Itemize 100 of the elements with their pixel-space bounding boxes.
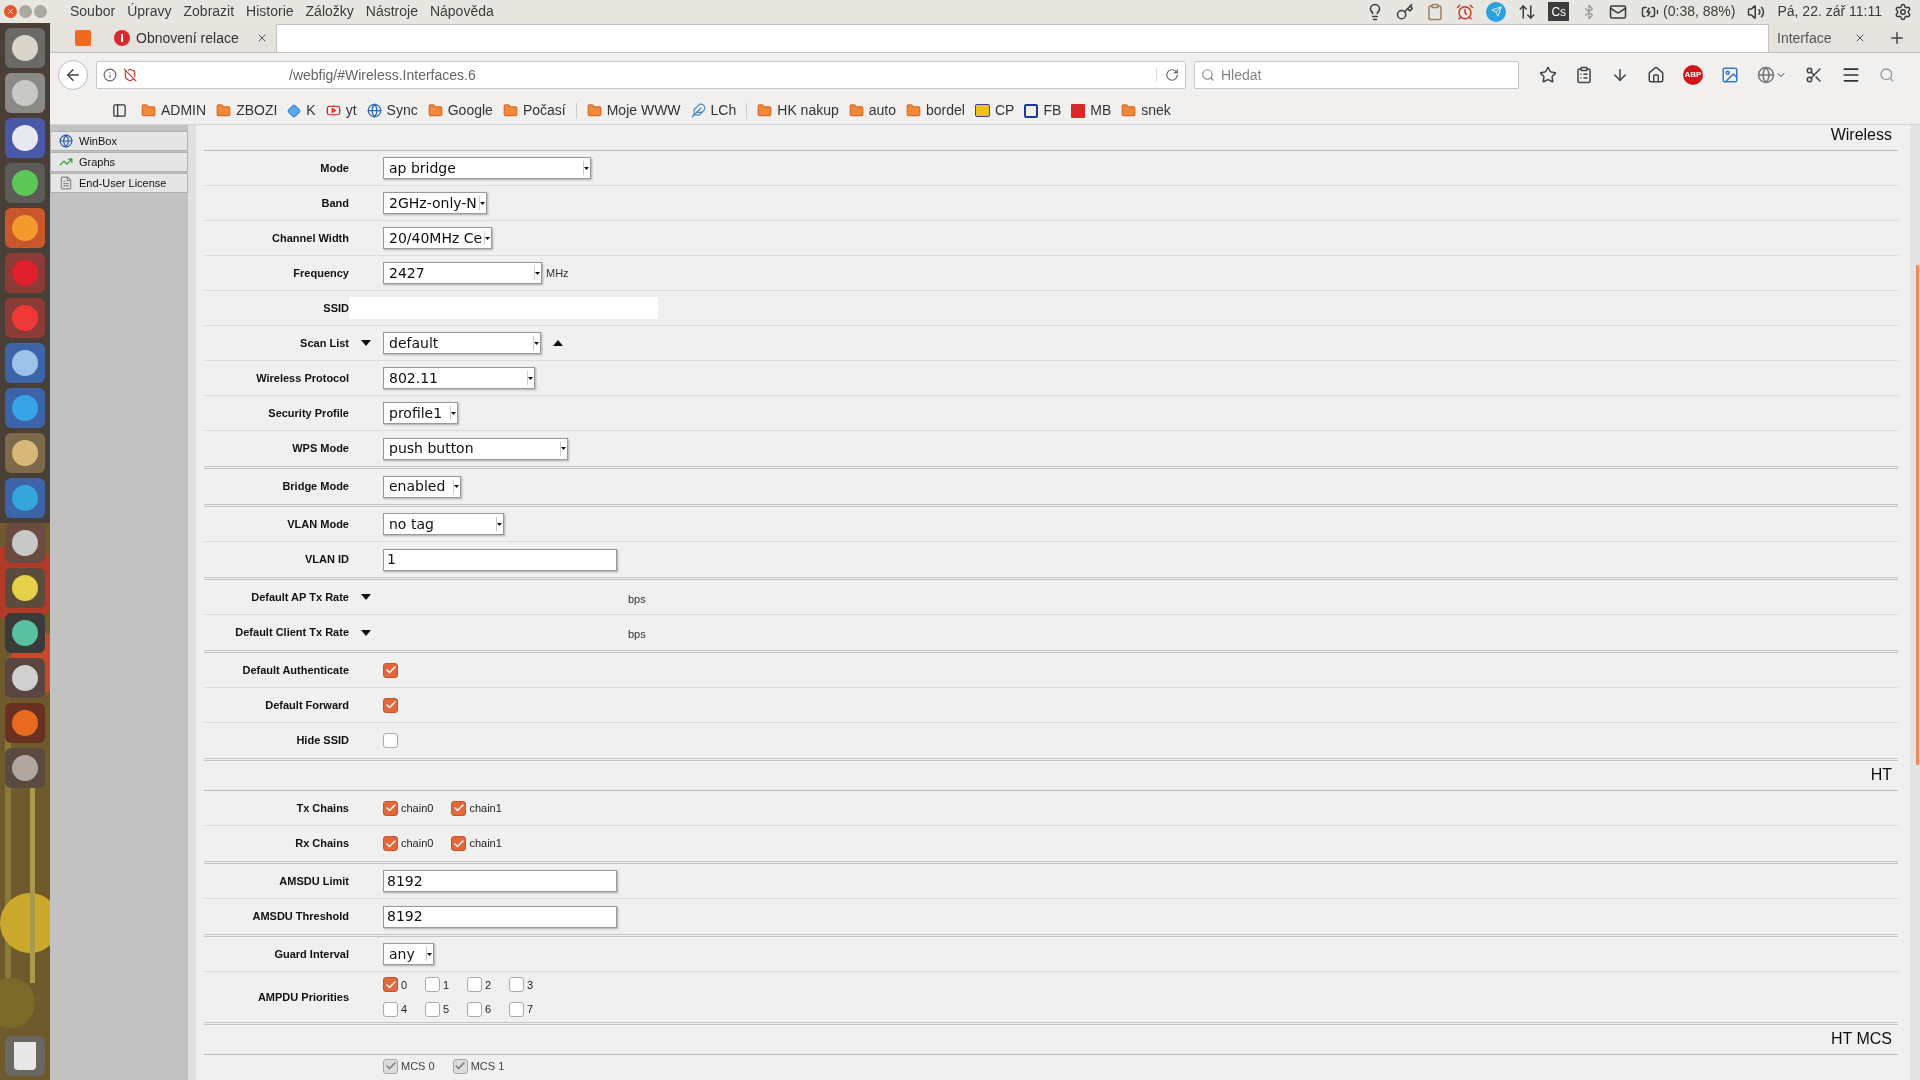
bookmark-item[interactable]: Sync [366, 100, 418, 121]
launcher-app-icon[interactable] [5, 73, 45, 113]
bookmark-item[interactable]: Google [427, 100, 493, 121]
dropdown-field[interactable]: profile1 [383, 402, 458, 424]
dropdown-arrow-icon[interactable] [480, 201, 485, 205]
menu-item[interactable]: Nástroje [365, 1, 418, 22]
browser-tab[interactable]: Interface [1769, 24, 1874, 52]
dropdown-arrow-icon[interactable] [528, 376, 533, 380]
launcher-app-icon[interactable] [5, 208, 45, 248]
bookmark-item[interactable]: yt [325, 100, 357, 121]
menu-icon[interactable] [1841, 65, 1861, 85]
address-field[interactable]: /webfig/#Wireless.Interfaces.6 [96, 61, 1186, 89]
expand-arrow-icon[interactable] [361, 340, 371, 346]
sidebar-item[interactable]: End-User License [50, 173, 188, 193]
dropdown-field[interactable]: 2427 [383, 262, 542, 284]
checkbox[interactable] [383, 977, 398, 993]
dropdown-arrow-icon[interactable] [485, 236, 490, 240]
volume-icon[interactable] [1747, 2, 1766, 21]
launcher-app-icon[interactable] [5, 748, 45, 788]
checkbox[interactable] [467, 977, 482, 993]
checkbox[interactable] [383, 662, 398, 678]
launcher-app-icon[interactable] [5, 28, 45, 68]
sidebar-item[interactable]: WinBox [50, 131, 188, 151]
dropdown-arrow-icon[interactable] [454, 485, 459, 488]
clipboard-icon[interactable] [1426, 2, 1445, 21]
dropdown-arrow-icon[interactable] [584, 166, 589, 170]
launcher-app-icon[interactable] [5, 343, 45, 383]
dropdown-field[interactable]: 2GHz-only-N [383, 192, 487, 214]
dropdown-field[interactable]: default [383, 332, 541, 354]
reload-icon[interactable] [1165, 68, 1179, 82]
clock[interactable]: Pá, 22. zář 11:11 [1777, 1, 1882, 22]
menu-item[interactable]: Soubor [70, 1, 116, 22]
dropdown-arrow-icon[interactable] [534, 341, 539, 345]
bookmark-item[interactable]: Počasí [502, 100, 566, 121]
new-tab-icon[interactable] [1888, 29, 1906, 47]
bookmark-item[interactable]: ADMIN [141, 100, 207, 121]
bookmark-item[interactable]: bordel [906, 100, 965, 121]
input-field[interactable]: 1 [383, 548, 617, 571]
bookmark-item[interactable]: LCh [690, 100, 737, 121]
launcher-app-icon[interactable] [5, 658, 45, 698]
bookmark-item[interactable]: FB [1024, 100, 1062, 121]
checkbox[interactable] [383, 836, 398, 851]
scrollbar-thumb[interactable] [1916, 265, 1919, 765]
checkbox[interactable] [451, 800, 467, 816]
reading-list-icon[interactable] [1575, 66, 1593, 84]
menu-item[interactable]: Historie [246, 1, 294, 22]
dropdown-field[interactable]: any [383, 943, 434, 965]
mail-icon[interactable] [1609, 2, 1628, 21]
dropdown-field[interactable]: push button [383, 437, 568, 460]
settings-icon[interactable] [1894, 2, 1912, 21]
checkbox[interactable] [383, 1001, 398, 1017]
checkbox[interactable] [383, 697, 398, 713]
input-field[interactable]: 8192 [383, 870, 617, 892]
search-field[interactable]: Hledat [1194, 61, 1519, 89]
dropdown-arrow-icon[interactable] [561, 447, 566, 450]
bookmark-item[interactable]: HK nakup [757, 100, 839, 121]
dropdown-field[interactable]: no tag [383, 513, 504, 535]
battery-status[interactable]: (0:38, 88%) [1663, 1, 1736, 22]
adblock-badge[interactable]: ABP [1683, 65, 1703, 85]
globe-icon[interactable] [1757, 66, 1775, 84]
expand-arrow-icon[interactable] [361, 629, 371, 636]
bookmark-item[interactable]: ZBOZI [216, 100, 278, 121]
bookmark-star-icon[interactable] [1539, 66, 1557, 84]
bookmark-item[interactable]: MB [1071, 100, 1112, 121]
dropdown-arrow-icon[interactable] [497, 522, 502, 526]
bookmark-item[interactable]: K [287, 100, 316, 121]
insecure-lock-icon[interactable] [123, 68, 137, 82]
launcher-app-icon[interactable] [5, 568, 45, 608]
dropdown-field[interactable]: 802.11 [383, 367, 535, 389]
bookmark-item[interactable]: Moje WWW [586, 100, 681, 121]
dropdown-arrow-icon[interactable] [451, 411, 456, 415]
bookmark-item[interactable]: snek [1121, 100, 1171, 121]
checkbox[interactable] [383, 733, 398, 748]
menu-item[interactable]: Záložky [305, 1, 354, 22]
alarm-clock-icon[interactable] [1456, 2, 1475, 21]
sidebar-toggle-icon[interactable] [112, 103, 127, 118]
launcher-app-icon[interactable] [5, 523, 45, 563]
menu-item[interactable]: Úpravy [127, 1, 172, 22]
checkbox[interactable] [509, 977, 524, 993]
launcher-app-icon[interactable] [5, 163, 45, 203]
launcher-app-icon[interactable] [5, 478, 45, 518]
key-icon[interactable] [1396, 2, 1415, 21]
bookmark-item[interactable]: CP [974, 100, 1015, 121]
expand-arrow-icon[interactable] [361, 594, 371, 600]
menu-item[interactable]: Zobrazit [183, 1, 235, 22]
sidebar-item[interactable]: Graphs [50, 152, 188, 172]
back-button[interactable] [58, 60, 88, 90]
download-icon[interactable] [1611, 66, 1629, 84]
checkbox[interactable] [509, 1001, 524, 1017]
dropdown-field[interactable]: enabled [383, 475, 461, 498]
launcher-app-icon[interactable] [5, 433, 45, 473]
trash-icon[interactable] [5, 1036, 45, 1076]
search-icon[interactable] [1879, 67, 1895, 83]
close-icon[interactable] [256, 32, 268, 44]
transfer-arrows-icon[interactable] [1518, 2, 1537, 21]
dropdown-arrow-icon[interactable] [427, 952, 432, 956]
checkbox[interactable] [467, 1001, 482, 1017]
tray-badge[interactable]: Cs [1548, 2, 1570, 21]
launcher-app-icon[interactable] [5, 613, 45, 653]
dropdown-field[interactable]: 20/40MHz Ce [383, 227, 492, 249]
